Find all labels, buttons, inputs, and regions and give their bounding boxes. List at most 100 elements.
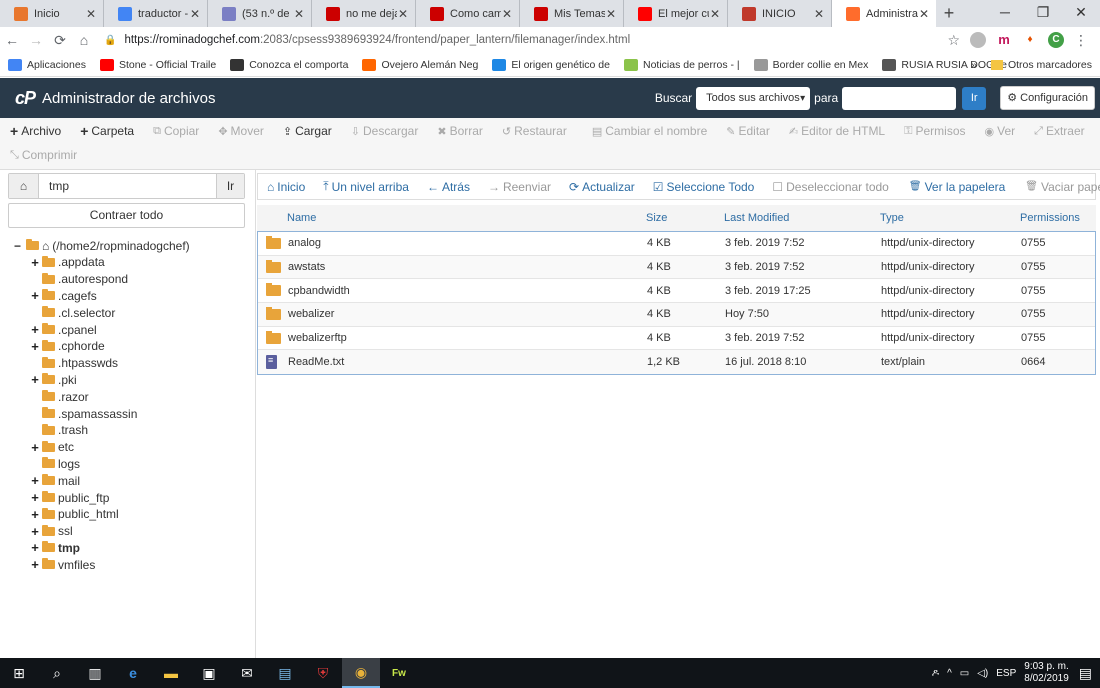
bookmark-item[interactable]: Stone - Official Traile <box>99 58 216 71</box>
column-permissions[interactable]: Permissions <box>1020 212 1090 224</box>
browser-tab[interactable]: INICIO ✕ <box>728 0 832 27</box>
tab-close-icon[interactable]: ✕ <box>501 7 513 21</box>
network-icon[interactable]: ▭ <box>960 668 969 679</box>
action-un-nivel-arriba-button[interactable]: ⤒ Un nivel arriba <box>323 179 409 194</box>
fireworks-icon[interactable]: Fw <box>380 658 418 688</box>
star-icon[interactable]: ☆ <box>947 32 960 49</box>
tree-folder-item[interactable]: + etc <box>14 439 190 456</box>
table-row[interactable]: webalizer 4 KB Hoy 7:50 httpd/unix-director… <box>258 303 1095 327</box>
bookmark-item[interactable]: Aplicaciones <box>8 58 86 71</box>
file-name[interactable]: ReadMe.txt <box>288 356 647 368</box>
tab-close-icon[interactable]: ✕ <box>189 7 201 21</box>
expand-toggle-icon[interactable]: + <box>30 440 40 455</box>
tree-folder-item[interactable]: .trash <box>14 422 190 439</box>
language-indicator[interactable]: ESP <box>996 668 1016 679</box>
tree-folder-item[interactable]: + tmp <box>14 540 190 557</box>
browser-tab[interactable]: Como cambi✕ <box>416 0 520 27</box>
collapse-toggle-icon[interactable]: − <box>14 239 24 253</box>
toolbar-archivo-button[interactable]: + Archivo <box>10 123 61 139</box>
edge-icon[interactable]: e <box>114 658 152 688</box>
notes-icon[interactable]: ▤ <box>266 658 304 688</box>
tree-folder-item[interactable]: + vmfiles <box>14 556 190 573</box>
expand-toggle-icon[interactable]: + <box>30 372 40 387</box>
tree-folder-item[interactable]: logs <box>14 456 190 473</box>
action-atrás-button[interactable]: ← Atrás <box>427 180 470 194</box>
toolbar-editar-button[interactable]: ✎ Editar <box>726 124 770 138</box>
toolbar-copiar-button[interactable]: ⧉ Copiar <box>153 124 199 138</box>
tree-folder-item[interactable]: + .pki <box>14 372 190 389</box>
table-row[interactable]: webalizerftp 4 KB 3 feb. 2019 7:52 httpd/un… <box>258 327 1095 351</box>
expand-toggle-icon[interactable]: + <box>30 288 40 303</box>
path-go-button[interactable]: Ir <box>216 174 244 198</box>
browser-tab[interactable]: Inicio ✕ <box>0 0 104 27</box>
extension-icon[interactable] <box>970 32 986 48</box>
tab-close-icon[interactable]: ✕ <box>397 7 409 21</box>
tree-folder-item[interactable]: .htpasswds <box>14 355 190 372</box>
browser-tab[interactable]: Mis Temas (1✕ <box>520 0 624 27</box>
tree-root[interactable]: − ⌂ (/home2/ropminadogchef) <box>14 237 190 254</box>
expand-toggle-icon[interactable]: + <box>30 339 40 354</box>
task-view-icon[interactable]: ▥ <box>76 658 114 688</box>
table-row[interactable]: cpbandwidth 4 KB 3 feb. 2019 17:25 httpd/un… <box>258 279 1095 304</box>
tree-folder-item[interactable]: + .cphorde <box>14 338 190 355</box>
collapse-all-button[interactable]: Contraer todo <box>8 203 245 228</box>
action-vaciar-papelera-button[interactable]: 🗑Vaciar papelera <box>1025 180 1100 194</box>
tab-close-icon[interactable]: ✕ <box>813 7 825 21</box>
browser-tab[interactable]: Administrad✕ <box>832 0 936 27</box>
chrome-icon[interactable]: ◉ <box>342 658 380 688</box>
file-name[interactable]: analog <box>288 237 647 249</box>
file-explorer-icon[interactable]: ▬ <box>152 658 190 688</box>
clock[interactable]: 9:03 p. m. 8/02/2019 <box>1024 661 1069 685</box>
tree-folder-item[interactable]: + public_html <box>14 506 190 523</box>
forward-icon[interactable]: → <box>24 32 48 48</box>
expand-toggle-icon[interactable]: + <box>30 322 40 337</box>
action-reenviar-button[interactable]: → Reenviar <box>488 180 551 194</box>
back-icon[interactable]: ← <box>0 32 24 48</box>
search-input[interactable] <box>842 86 957 110</box>
file-name[interactable]: webalizer <box>288 308 647 320</box>
toolbar-permisos-button[interactable]: ⚿ Permisos <box>904 124 965 138</box>
tree-folder-item[interactable]: .autorespond <box>14 271 190 288</box>
browser-tab[interactable]: traductor - B✕ <box>104 0 208 27</box>
people-icon[interactable]: ዶ <box>932 668 939 679</box>
tree-folder-item[interactable]: .cl.selector <box>14 304 190 321</box>
toolbar-restaurar-button[interactable]: ↺ Restaurar <box>502 124 567 138</box>
extension-fire-icon[interactable]: ♦ <box>1022 32 1038 48</box>
table-row[interactable]: ReadMe.txt1,2 KB 16 jul. 2018 8:10 text/pl… <box>258 350 1095 375</box>
shield-app-icon[interactable]: ⛨ <box>304 658 342 688</box>
toolbar-cambiar-el-nombre-button[interactable]: ▤ Cambiar el nombre <box>592 124 707 138</box>
column-type[interactable]: Type <box>880 212 1020 224</box>
tab-close-icon[interactable]: ✕ <box>918 7 930 21</box>
tab-close-icon[interactable]: ✕ <box>605 7 617 21</box>
bookmark-item[interactable]: Noticias de perros - | <box>623 58 740 71</box>
store-icon[interactable]: ▣ <box>190 658 228 688</box>
file-name[interactable]: cpbandwidth <box>288 285 647 297</box>
chevron-up-icon[interactable]: ^ <box>947 668 952 679</box>
expand-toggle-icon[interactable]: + <box>30 557 40 572</box>
profile-avatar[interactable]: C <box>1048 32 1064 48</box>
home-directory-icon[interactable]: ⌂ <box>9 174 39 198</box>
notifications-icon[interactable]: ▤ <box>1079 665 1092 682</box>
bookmarks-more-button[interactable]: » <box>971 59 977 71</box>
bookmark-item[interactable]: El origen genético de <box>492 58 610 71</box>
tab-close-icon[interactable]: ✕ <box>293 7 305 21</box>
expand-toggle-icon[interactable]: + <box>30 490 40 505</box>
toolbar-extraer-button[interactable]: ⤢ Extraer <box>1034 124 1085 138</box>
action-actualizar-button[interactable]: ⟳ Actualizar <box>569 180 635 194</box>
bookmark-item[interactable]: Ovejero Alemán Neg <box>362 58 478 71</box>
browser-tab[interactable]: no me deja ✕ <box>312 0 416 27</box>
toolbar-borrar-button[interactable]: ✖ Borrar <box>437 124 483 138</box>
extension-m-icon[interactable]: m <box>996 32 1012 48</box>
tree-folder-item[interactable]: + ssl <box>14 523 190 540</box>
action-ver-la-papelera-button[interactable]: 🗑 Ver la papelera <box>909 180 1005 194</box>
tab-close-icon[interactable]: ✕ <box>709 7 721 21</box>
panel-divider[interactable] <box>255 170 256 658</box>
column-size[interactable]: Size <box>646 212 724 224</box>
url-field[interactable]: 🔒 https://rominadogchef.com:2083/cpsess9… <box>104 34 947 46</box>
search-go-button[interactable]: Ir <box>962 86 987 110</box>
windows-start-icon[interactable]: ⊞ <box>0 658 38 688</box>
settings-button[interactable]: ⚙ Configuración <box>1000 86 1095 110</box>
volume-icon[interactable]: ◁) <box>977 668 988 679</box>
bookmark-item[interactable]: Conozca el comporta <box>230 58 348 71</box>
reload-icon[interactable]: ⟳ <box>48 32 72 49</box>
